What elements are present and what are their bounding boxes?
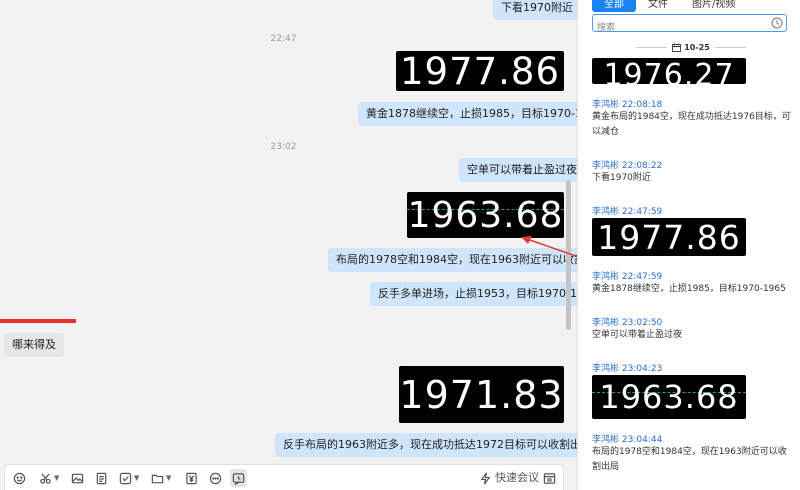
chat-history-panel: 全部 文件 图片/视频 10-25 1976.27 李鸿彬 22:08:18 黄…	[577, 0, 800, 490]
clock-icon[interactable]	[771, 17, 783, 29]
search-input[interactable]	[593, 20, 763, 36]
message-bubble[interactable]: 空单可以带着止盈过夜	[459, 158, 577, 182]
price-screenshot-image[interactable]: 1971.83	[399, 366, 564, 423]
history-sender: 李鸿彬 23:02:50	[592, 318, 663, 328]
history-search-box[interactable]	[592, 14, 787, 36]
scissors-icon[interactable]: ▼	[39, 471, 59, 485]
message-text: 反手多单进场，止损1953，目标1970-1972	[378, 287, 577, 300]
date-label: 10-25	[684, 43, 710, 52]
red-underline-annotation	[0, 319, 76, 323]
message-text: 下看1970附近	[501, 1, 573, 14]
message-text: 布局的1978空和1984空，现在1963附近可以收割出局	[336, 253, 577, 266]
history-message[interactable]: 布局的1978空和1984空，现在1963附近可以收割出局	[592, 445, 792, 475]
chevron-down-icon[interactable]: ▼	[166, 471, 171, 485]
more-icon[interactable]	[209, 471, 222, 485]
message-toolbar: ▼ ▼ ▼ 快速会议	[4, 464, 564, 490]
history-sender: 李鸿彬 22:47:59	[592, 207, 663, 217]
message-text: 哪来得及	[12, 338, 56, 351]
history-sender: 李鸿彬 22:47:59	[592, 272, 663, 282]
message-text: 黄金1878继续空，止损1985，目标1970-1965	[366, 107, 577, 120]
history-message[interactable]: 黄金1878继续空，止损1985，目标1970-1965	[592, 282, 792, 297]
history-sender: 李鸿彬 22:08:22	[592, 161, 663, 171]
message-text: 反手布局的1963附近多，现在成功抵达1972目标可以收割出局休息	[283, 438, 577, 451]
price-text: 1976.27	[603, 58, 735, 85]
price-screenshot-image[interactable]: 1977.86	[396, 49, 564, 93]
timestamp: 23:02	[270, 142, 297, 152]
message-bubble[interactable]: 下看1970附近	[493, 0, 577, 20]
history-image[interactable]: 1977.86	[592, 217, 746, 257]
chat-pane[interactable]: 下看1970附近 22:47 1977.86 黄金1878继续空，止损1985，…	[0, 0, 577, 490]
message-text: 空单可以带着止盈过夜	[467, 163, 577, 176]
price-text: 1963.68	[407, 194, 564, 236]
timestamp: 22:47	[270, 34, 297, 44]
calendar-icon[interactable]	[672, 43, 682, 52]
meeting-icon	[480, 472, 491, 484]
history-sender: 李鸿彬 23:04:23	[592, 364, 663, 374]
scrollbar[interactable]	[566, 180, 571, 330]
layout-icon[interactable]	[543, 471, 556, 485]
checkbox-icon[interactable]: ▼	[119, 471, 139, 485]
message-bubble[interactable]: 黄金1878继续空，止损1985，目标1970-1965	[358, 102, 577, 126]
chat-record-icon[interactable]	[230, 469, 247, 487]
message-bubble[interactable]: 反手多单进场，止损1953，目标1970-1972	[370, 282, 577, 306]
message-bubble[interactable]: 反手布局的1963附近多，现在成功抵达1972目标可以收割出局休息	[275, 433, 577, 457]
price-text: 1963.68	[599, 378, 739, 416]
document-icon[interactable]	[95, 471, 108, 485]
tab-all[interactable]: 全部	[592, 0, 636, 12]
price-text: 1977.86	[399, 49, 560, 93]
history-message[interactable]: 空单可以带着止盈过夜	[592, 328, 792, 343]
chevron-down-icon[interactable]: ▼	[54, 471, 59, 485]
history-message[interactable]: 下看1970附近	[592, 171, 792, 186]
history-tabs: 全部 文件 图片/视频	[592, 0, 747, 12]
tab-files[interactable]: 文件	[636, 0, 680, 12]
price-text: 1971.83	[399, 372, 564, 417]
price-text: 1977.86	[597, 217, 741, 257]
history-sender: 李鸿彬 22:08:18	[592, 100, 663, 110]
price-screenshot-image[interactable]: 1963.68	[407, 192, 564, 238]
tab-media[interactable]: 图片/视频	[680, 0, 747, 12]
chevron-down-icon[interactable]: ▼	[134, 471, 139, 485]
image-icon[interactable]	[71, 471, 84, 485]
history-image[interactable]: 1976.27	[592, 58, 746, 84]
history-message[interactable]: 黄金布局的1984空，现在成功抵达1976目标，可以减仓	[592, 110, 792, 140]
quick-meeting-button[interactable]: 快速会议	[479, 471, 539, 485]
folder-icon[interactable]: ▼	[151, 471, 171, 485]
date-divider: 10-25	[636, 43, 746, 52]
message-bubble[interactable]: 布局的1978空和1984空，现在1963附近可以收割出局	[328, 248, 577, 272]
history-sender: 李鸿彬 23:04:44	[592, 435, 663, 445]
quick-meeting-label: 快速会议	[495, 471, 539, 484]
history-image[interactable]: 1963.68	[592, 375, 746, 419]
currency-icon[interactable]	[185, 471, 198, 485]
emoji-icon[interactable]	[13, 471, 26, 485]
app-window: 下看1970附近 22:47 1977.86 黄金1878继续空，止损1985，…	[0, 0, 800, 490]
message-bubble-received[interactable]: 哪来得及	[4, 333, 64, 357]
